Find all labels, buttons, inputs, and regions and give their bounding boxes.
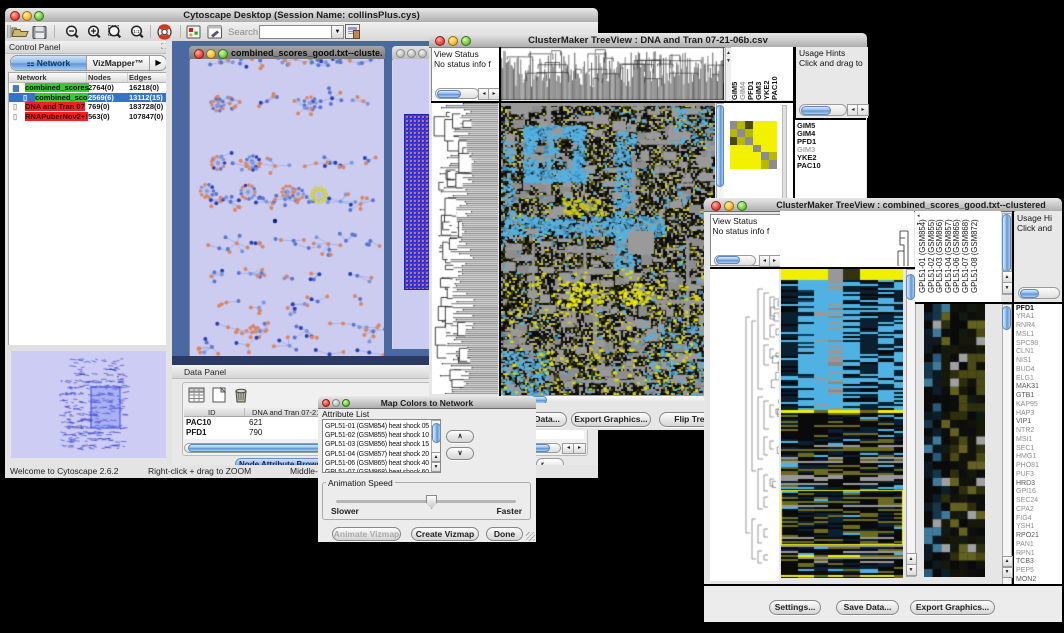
svg-text:Search:: Search: <box>228 27 261 38</box>
svg-text:1:1: 1:1 <box>133 29 140 34</box>
